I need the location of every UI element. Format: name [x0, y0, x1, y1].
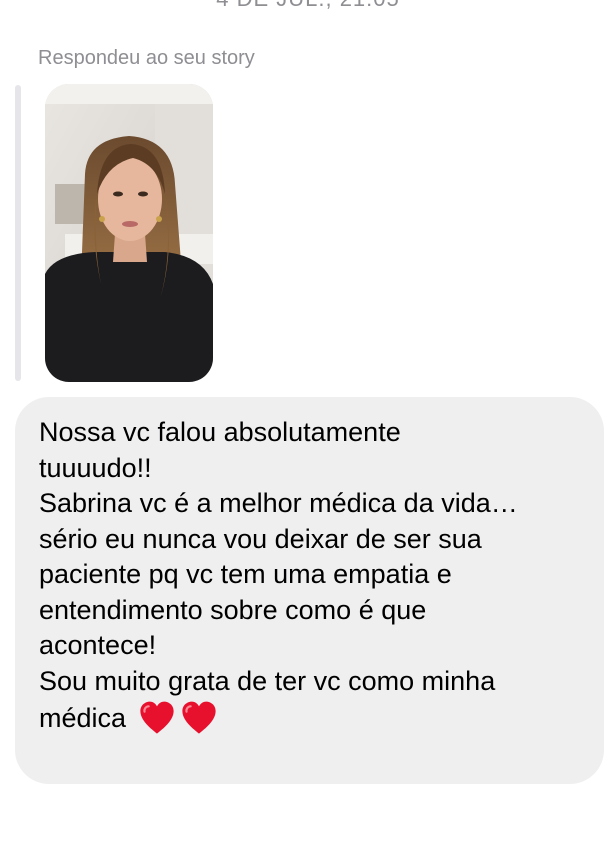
story-preview-image [45, 84, 213, 382]
heart-icon [139, 701, 174, 734]
reply-quote-bar [15, 85, 21, 381]
story-thumbnail[interactable] [45, 84, 213, 382]
message-bubble[interactable]: Nossa vc falou absolutamente tuuuudo!! S… [15, 397, 604, 784]
message-body: Nossa vc falou absolutamente tuuuudo!! S… [39, 417, 518, 733]
story-reply-label: Respondeu ao seu story [38, 47, 255, 69]
message-timestamp: 4 DE JUL., 21:05 [0, 0, 616, 12]
heart-icon [181, 701, 216, 734]
message-text: Nossa vc falou absolutamente tuuuudo!! S… [39, 415, 589, 737]
